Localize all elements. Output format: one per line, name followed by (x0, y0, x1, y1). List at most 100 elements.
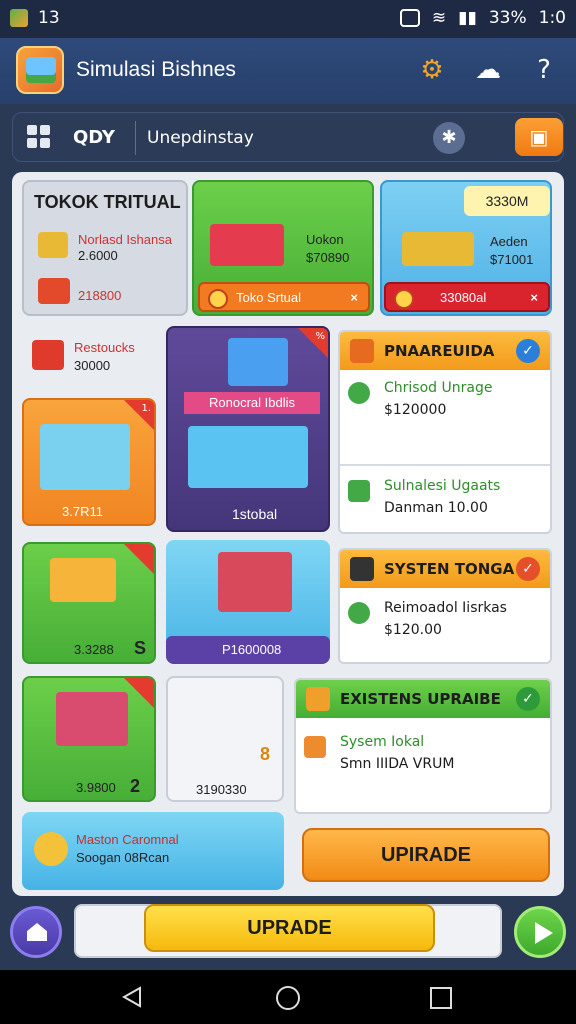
panel-row[interactable]: Sysem Iokal Smn IIIDA VRUM (296, 732, 550, 782)
system-nav-bar (0, 970, 576, 1024)
card-toko-virtual[interactable]: TOKOK TRITUAL Norlasd Ishansa 2.6000 218… (22, 180, 188, 316)
check-icon[interactable]: ✓ (516, 339, 540, 363)
qty-label[interactable]: QDY (73, 127, 115, 148)
panel-title: EXISTENS UPRAIBE (340, 690, 501, 708)
shield-icon (306, 687, 330, 711)
signal-icon: ▮▮ (458, 8, 477, 28)
card-title: TOKOK TRITUAL (34, 192, 181, 212)
tools-icon[interactable]: ✱ (433, 122, 465, 154)
card-white[interactable]: 8 3190330 (166, 676, 284, 802)
cube-icon (348, 480, 370, 502)
tablet-icon (188, 426, 308, 488)
notification-icon (399, 9, 420, 27)
card-shop-orange[interactable]: 1. 3.7R11 (22, 398, 156, 526)
row-value: $120000 (384, 402, 447, 418)
row-title: Reimoadol Iisrkas (384, 600, 507, 616)
home-nav-icon[interactable] (276, 986, 300, 1010)
corner-tag (124, 544, 154, 574)
item-label: Norlasd Ishansa (78, 232, 172, 247)
card-value: 3.7R11 (62, 504, 103, 519)
panel-header: EXISTENS UPRAIBE ✓ (296, 680, 550, 718)
upgrade-icon (348, 602, 370, 624)
printer-icon (50, 558, 116, 602)
info-panel-systen-tonga: SYSTEN TONGA ✓ Reimoadol Iisrkas $120.00 (338, 548, 552, 664)
corner-tag (124, 678, 154, 708)
card-bar[interactable]: P1600008 (166, 636, 330, 664)
bulb-icon (34, 832, 68, 866)
coin-icon (394, 289, 414, 309)
card-aeden[interactable]: 3330M Aeden $71001 33080al × (380, 180, 552, 316)
upgrade-bottom-button[interactable]: UPRADE (144, 904, 435, 952)
divider (340, 464, 550, 466)
corner-tag: % (298, 328, 328, 358)
close-icon[interactable]: × (530, 290, 538, 305)
computer-icon (228, 338, 288, 386)
app-header: Simulasi Bishnes ⚙ ☁ ? (0, 38, 576, 104)
panel-row[interactable]: Chrisod Unrage $120000 (340, 378, 550, 428)
panel-row[interactable]: Sulnalesi Ugaats Danman 10.00 (340, 476, 550, 526)
card-value: 3.9800 (76, 780, 116, 795)
card-label: Uokon (306, 232, 344, 247)
wifi-icon: ≋ (431, 8, 447, 28)
card-label: Maston Caromnal (76, 832, 179, 847)
home-icon[interactable] (10, 906, 62, 958)
store-icon (32, 340, 64, 370)
card-value: 3190330 (196, 782, 247, 797)
gear-icon[interactable]: ⚙ (416, 54, 448, 86)
info-panel-existens-upraibe: EXISTENS UPRAIBE ✓ Sysem Iokal Smn IIIDA… (294, 678, 552, 814)
status-bar: 13 ≋ ▮▮ 33% 1:0 (0, 0, 576, 38)
status-left-text: 13 (38, 8, 60, 28)
main-panel: TOKOK TRITUAL Norlasd Ishansa 2.6000 218… (12, 172, 564, 896)
check-icon[interactable]: ✓ (516, 557, 540, 581)
toolbar-text[interactable]: Unepdinstay (147, 128, 254, 148)
grid-menu-icon[interactable] (27, 125, 51, 149)
card-machine[interactable]: P1600008 (166, 540, 330, 664)
card-label: 1stobal (232, 506, 278, 522)
recent-apps-icon[interactable] (430, 987, 452, 1009)
item-value: 218800 (78, 288, 122, 303)
card-bar[interactable]: 33080al × (384, 282, 550, 312)
play-icon[interactable] (514, 906, 566, 958)
help-icon[interactable]: ? (528, 54, 560, 86)
bar-label: P1600008 (222, 642, 282, 657)
box-icon (38, 232, 68, 258)
panel-title: PNAAREUIDA (384, 342, 495, 360)
card-shop2[interactable]: 3.9800 2 (22, 676, 156, 802)
item-value: 2.6000 (78, 248, 118, 263)
card-value: $71001 (490, 252, 534, 267)
shop-icon (56, 692, 128, 746)
chat-icon[interactable]: ☁ (472, 54, 504, 86)
save-button[interactable]: ▣ (515, 118, 563, 156)
shop-icon (40, 424, 130, 490)
banner: Ronocral Ibdlis (184, 392, 320, 414)
row-value: Smn IIIDA VRUM (340, 756, 455, 772)
close-icon[interactable]: × (350, 290, 358, 305)
coin-icon (208, 289, 228, 309)
upgrade-button[interactable]: UPIRADE (302, 828, 550, 882)
coins-icon (402, 232, 474, 266)
card-ukon[interactable]: Uokon $70890 Toko Srtual × (192, 180, 374, 316)
row-value: $120.00 (384, 622, 442, 638)
card-maston[interactable]: Maston Caromnal Soogan 08Rcan (22, 812, 284, 890)
card-label: Restoucks (74, 340, 135, 355)
card-value: 3.3288 (74, 642, 114, 657)
bottom-bar: UPRADE (0, 898, 576, 968)
price-tag: 3330M (464, 186, 550, 216)
check-icon[interactable]: ✓ (516, 687, 540, 711)
box-icon (304, 736, 326, 758)
back-icon[interactable] (122, 986, 142, 1008)
panel-row[interactable]: Reimoadol Iisrkas $120.00 (340, 598, 550, 648)
tools-icon (350, 557, 374, 581)
card-restocks[interactable]: Restoucks 30000 (22, 328, 162, 382)
card-badge: 2 (130, 776, 141, 796)
card-value: 30000 (74, 358, 111, 373)
upgrade-icon (348, 382, 370, 404)
card-printer[interactable]: 3.3288 S (22, 542, 156, 664)
card-badge: S (134, 638, 147, 658)
row-title: Chrisod Unrage (384, 380, 493, 396)
card-value: $70890 (306, 250, 350, 265)
machine-icon (218, 552, 292, 612)
card-purple[interactable]: % Ronocral Ibdlis 1stobal (166, 326, 330, 532)
card-bar[interactable]: Toko Srtual × (198, 282, 370, 312)
card-badge: 8 (260, 744, 271, 764)
